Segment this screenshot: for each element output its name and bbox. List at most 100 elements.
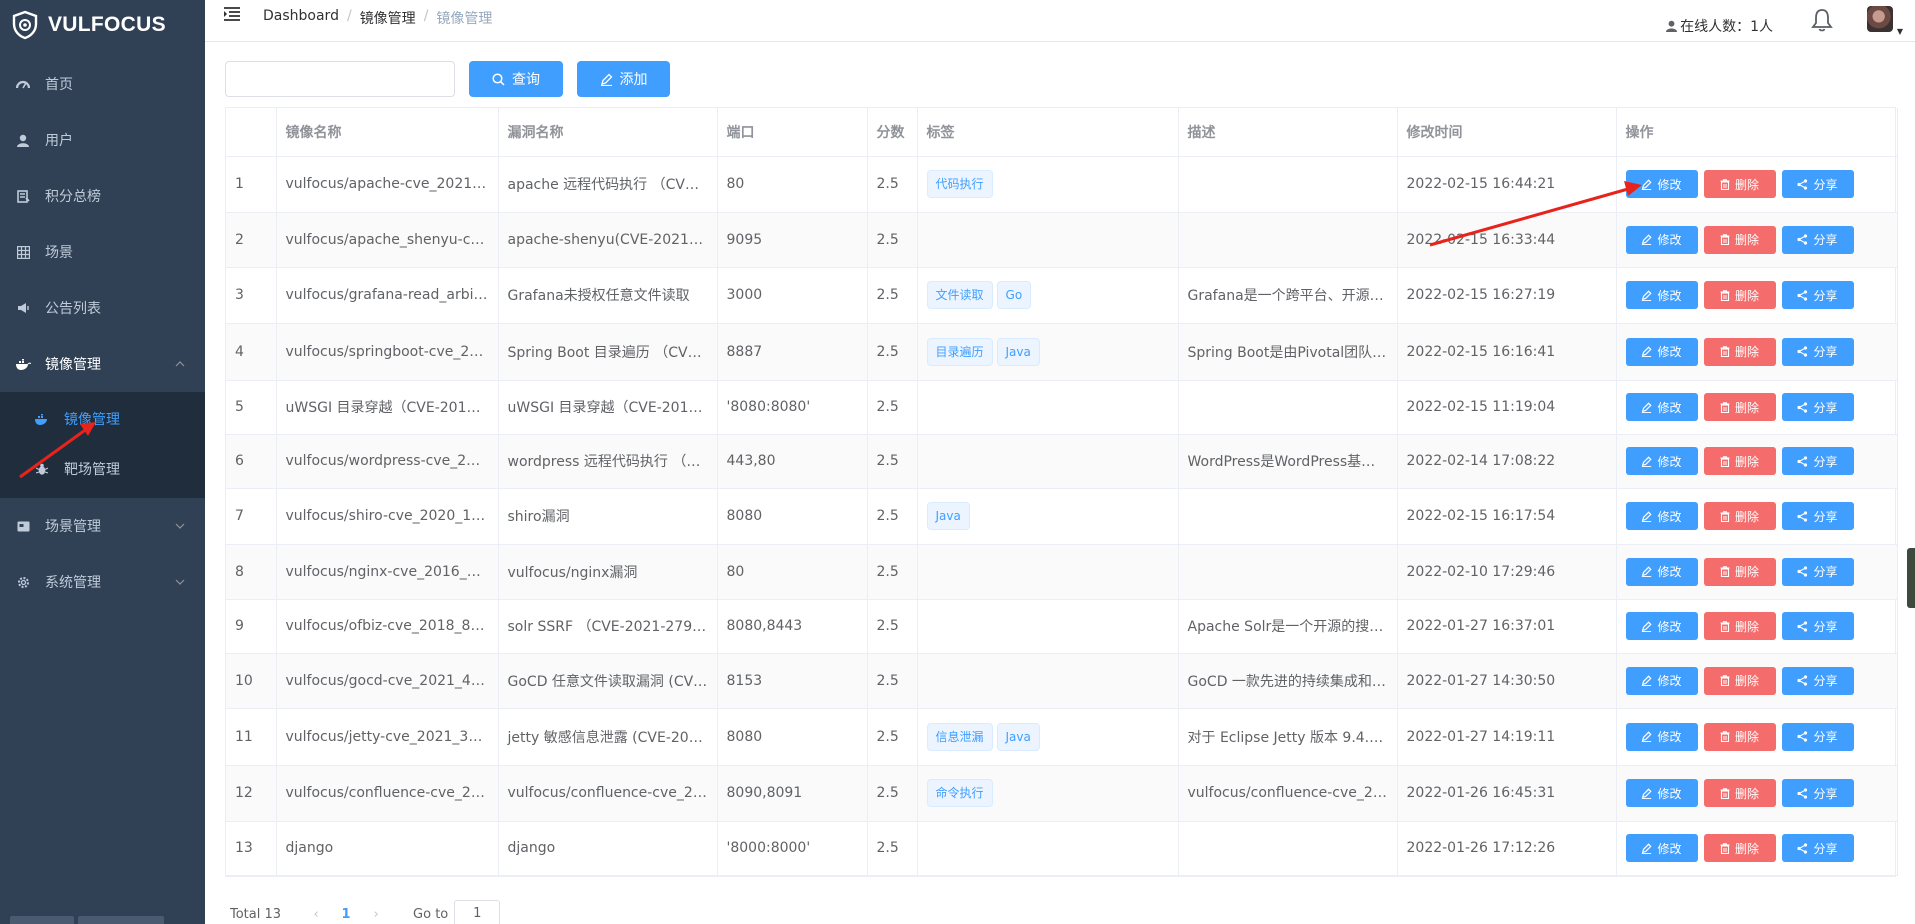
search-button[interactable]: 查询 <box>469 61 563 97</box>
cell-score: 2.5 <box>867 267 918 324</box>
trash-icon <box>1720 620 1730 632</box>
edit-button[interactable]: 修改 <box>1625 447 1698 475</box>
delete-button[interactable]: 删除 <box>1703 447 1776 475</box>
edit-button[interactable]: 修改 <box>1625 337 1698 366</box>
edit-button-label: 修改 <box>1657 674 1682 688</box>
sidebar-item-ranking[interactable]: 积分总榜 <box>0 168 205 224</box>
edit-button[interactable]: 修改 <box>1625 393 1698 421</box>
cell-score: 2.5 <box>867 653 918 709</box>
delete-button[interactable]: 删除 <box>1703 557 1776 586</box>
share-button[interactable]: 分享 <box>1781 170 1854 198</box>
sidebar-item-announcements[interactable]: 公告列表 <box>0 280 205 336</box>
delete-button[interactable]: 删除 <box>1703 225 1776 254</box>
edit-button[interactable]: 修改 <box>1625 722 1698 751</box>
share-button-label: 分享 <box>1813 400 1838 415</box>
edit-button[interactable]: 修改 <box>1625 557 1698 586</box>
share-button[interactable]: 分享 <box>1781 722 1854 751</box>
cell-index: 11 <box>226 708 277 766</box>
hamburger-icon[interactable] <box>223 6 241 22</box>
pagination-total: Total 13 <box>230 906 282 922</box>
sidebar-subitem-image-management[interactable]: 镜像管理 <box>0 394 205 444</box>
share-button-label: 分享 <box>1813 509 1838 524</box>
side-handle[interactable] <box>1907 548 1915 608</box>
edit-button[interactable]: 修改 <box>1625 225 1698 254</box>
avatar[interactable] <box>1867 6 1893 32</box>
edit-button-label: 修改 <box>1657 400 1682 415</box>
cell-vuln-name: GoCD 任意文件读取漏洞 (CV… <box>498 653 718 709</box>
edit-button[interactable]: 修改 <box>1625 170 1698 198</box>
delete-button[interactable]: 删除 <box>1703 281 1776 309</box>
sidebar-item-image-management[interactable]: 镜像管理 <box>0 336 205 392</box>
breadcrumb-item-dashboard[interactable]: Dashboard <box>263 8 339 28</box>
user-icon <box>15 132 31 148</box>
delete-button[interactable]: 删除 <box>1703 170 1776 198</box>
sidebar-item-home[interactable]: 首页 <box>0 56 205 112</box>
cell-actions: 修改 删除 分享 <box>1616 653 1898 709</box>
delete-button[interactable]: 删除 <box>1703 834 1776 862</box>
cell-modified-time: 2022-02-14 17:08:22 <box>1397 434 1617 489</box>
trash-icon <box>1720 401 1730 413</box>
column-header-description: 描述 <box>1178 108 1398 157</box>
logo[interactable]: VULFOCUS <box>0 0 205 50</box>
add-button-label: 添加 <box>619 72 648 88</box>
bell-icon[interactable] <box>1811 8 1833 32</box>
share-icon <box>1797 731 1808 742</box>
delete-button[interactable]: 删除 <box>1703 393 1776 421</box>
caret-down-icon[interactable]: ▼ <box>1897 27 1903 36</box>
tag-label: Go <box>996 281 1032 309</box>
cell-tags <box>917 380 1179 435</box>
delete-button[interactable]: 删除 <box>1703 666 1776 695</box>
delete-button[interactable]: 删除 <box>1703 612 1776 640</box>
share-button[interactable]: 分享 <box>1781 612 1854 640</box>
delete-button[interactable]: 删除 <box>1703 502 1776 530</box>
next-page-icon[interactable]: › <box>361 907 391 922</box>
share-button[interactable]: 分享 <box>1781 557 1854 586</box>
share-button[interactable]: 分享 <box>1781 337 1854 366</box>
version-badge <box>10 916 74 924</box>
sidebar-subitem-range-management[interactable]: 靶场管理 <box>0 444 205 494</box>
share-icon <box>1797 178 1808 190</box>
docker-icon <box>15 356 31 372</box>
cell-description: 对于 Eclipse Jetty 版本 9.4.3… <box>1178 708 1398 766</box>
delete-button[interactable]: 删除 <box>1703 337 1776 366</box>
share-button[interactable]: 分享 <box>1781 502 1854 530</box>
delete-button[interactable]: 删除 <box>1703 779 1776 807</box>
edit-button[interactable]: 修改 <box>1625 612 1698 640</box>
edit-button[interactable]: 修改 <box>1625 281 1698 309</box>
breadcrumb-item-image-management[interactable]: 镜像管理 <box>360 8 416 28</box>
delete-button[interactable]: 删除 <box>1703 722 1776 751</box>
chevron-up-icon <box>175 361 185 367</box>
column-header-vuln-name: 漏洞名称 <box>498 108 718 157</box>
sidebar-item-users[interactable]: 用户 <box>0 112 205 168</box>
share-button[interactable]: 分享 <box>1781 779 1854 807</box>
prev-page-icon[interactable]: ‹ <box>301 907 331 922</box>
edit-button[interactable]: 修改 <box>1625 779 1698 807</box>
pagination-goto-input[interactable]: 1 <box>454 900 501 924</box>
share-button[interactable]: 分享 <box>1781 393 1854 421</box>
cell-tags <box>917 653 1179 709</box>
share-button[interactable]: 分享 <box>1781 447 1854 475</box>
edit-button[interactable]: 修改 <box>1625 666 1698 695</box>
share-button[interactable]: 分享 <box>1781 281 1854 309</box>
search-input[interactable] <box>225 61 455 97</box>
sidebar-item-system-management[interactable]: 系统管理 <box>0 554 205 610</box>
cell-image-name: vulfocus/shiro-cve_2020_119… <box>276 488 499 545</box>
sidebar-item-label: 公告列表 <box>45 301 101 317</box>
edit-button[interactable]: 修改 <box>1625 502 1698 530</box>
add-button[interactable]: 添加 <box>577 61 670 97</box>
share-button-label: 分享 <box>1813 786 1838 801</box>
cell-tags: 文件读取 Go <box>917 267 1179 324</box>
pagination-page[interactable]: 1 <box>331 907 361 922</box>
sidebar-item-scenes[interactable]: 场景 <box>0 224 205 280</box>
share-button[interactable]: 分享 <box>1781 225 1854 254</box>
share-button[interactable]: 分享 <box>1781 666 1854 695</box>
share-button[interactable]: 分享 <box>1781 834 1854 862</box>
edit-button-label: 修改 <box>1657 177 1682 192</box>
trash-icon <box>1720 178 1730 190</box>
edit-icon <box>1642 289 1653 301</box>
cell-index: 10 <box>226 653 277 709</box>
cell-description <box>1178 544 1398 600</box>
cell-actions: 修改 删除 分享 <box>1616 323 1898 381</box>
edit-button[interactable]: 修改 <box>1625 834 1698 862</box>
sidebar-item-scene-management[interactable]: 场景管理 <box>0 498 205 554</box>
